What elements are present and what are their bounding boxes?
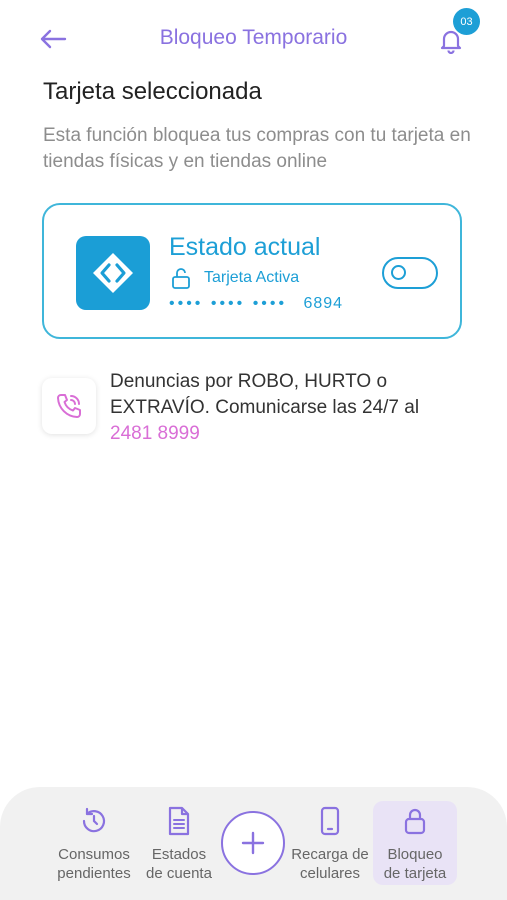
nav-label: Bloqueo de tarjeta	[383, 846, 447, 882]
nav-item-consumos-pendientes[interactable]: Consumos pendientes	[53, 805, 135, 883]
nav-item-estados-de-cuenta[interactable]: Estados de cuenta	[141, 805, 217, 883]
phone-call-icon	[57, 394, 81, 418]
app-header: Bloqueo Temporario 03	[0, 0, 507, 78]
report-phone-link[interactable]: 2481 8999	[110, 421, 480, 447]
notification-badge: 03	[453, 8, 480, 35]
history-icon	[78, 805, 110, 837]
diamond-arrows-icon	[93, 253, 133, 293]
nav-label: Estados de cuenta	[146, 846, 212, 882]
card-last-digits: 6894	[303, 295, 344, 312]
nav-label: Consumos pendientes	[57, 846, 131, 882]
card-brand-logo	[76, 236, 150, 310]
report-phone-box[interactable]	[42, 378, 96, 434]
masked-digits: •••• •••• ••••	[169, 295, 288, 312]
page-title: Bloqueo Temporario	[159, 26, 348, 49]
nav-label: Recarga de celulares	[291, 846, 369, 882]
bottom-navigation: Consumos pendientes Estados de cuenta Re…	[0, 787, 507, 900]
plus-icon	[241, 831, 265, 855]
unlock-icon	[172, 268, 190, 289]
document-icon	[163, 805, 195, 837]
report-notice: Denuncias por ROBO, HURTO o EXTRAVÍO. Co…	[110, 369, 480, 447]
nav-item-bloqueo-de-tarjeta[interactable]: Bloqueo de tarjeta	[375, 805, 455, 883]
function-description: Esta función bloquea tus compras con tu …	[43, 125, 471, 172]
add-button[interactable]	[221, 811, 285, 875]
phone-icon	[314, 805, 346, 837]
card-status-text: Tarjeta Activa	[204, 269, 300, 286]
card-number: •••• •••• •••• 6894	[169, 295, 343, 313]
selected-card-title: Tarjeta seleccionada	[43, 78, 262, 105]
report-text: Denuncias por ROBO, HURTO o EXTRAVÍO. Co…	[110, 371, 420, 418]
card-block-toggle[interactable]	[382, 257, 438, 289]
current-status-label: Estado actual	[169, 233, 321, 261]
toggle-knob	[391, 265, 406, 280]
card-status-panel: Estado actual Tarjeta Activa •••• •••• •…	[42, 203, 462, 339]
lock-icon	[399, 805, 431, 837]
nav-item-recarga-de-celulares[interactable]: Recarga de celulares	[288, 805, 372, 883]
